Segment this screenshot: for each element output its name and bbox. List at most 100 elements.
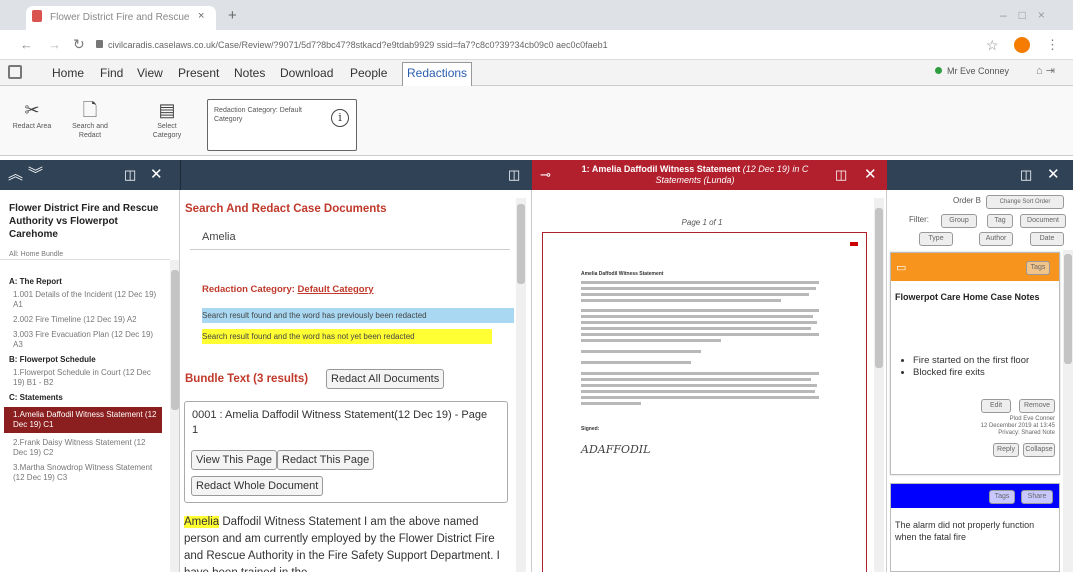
menu-notes[interactable]: Notes [234,66,265,80]
note-bullets: Fire started on the first floor Blocked … [913,355,1053,379]
bundle-tree: A: The Report 1.001 Details of the Incid… [4,277,162,483]
filter-group-button[interactable]: Group [941,214,977,228]
document-page[interactable]: Amelia Daffodil Witness Statement Signed… [542,232,867,572]
notes-close-icon[interactable]: ✕ [1047,166,1060,184]
note-edit-button[interactable]: Edit [981,399,1011,413]
tree-scroll-thumb[interactable] [171,270,179,410]
redact-document-button[interactable]: Redact Whole Document [191,476,324,496]
note-reply-button[interactable]: Reply [993,443,1019,457]
search-panel-toggle-icon[interactable]: ◫ [508,166,520,184]
search-input[interactable]: Amelia [190,224,510,250]
filter-author-button[interactable]: Author [979,232,1013,246]
note-card-1: ▭ Tags Flowerpot Care Home Case Notes Fi… [890,252,1060,475]
note-privacy: Privacy: Shared Note [998,430,1055,436]
profile-avatar[interactable] [1014,37,1030,53]
info-icon[interactable]: i [331,109,349,127]
tree-scrollbar[interactable] [170,260,179,572]
note-tags-button[interactable]: Tags [989,490,1015,504]
tree-item[interactable]: 3.Martha Snowdrop Witness Statement (12 … [13,463,159,483]
menu-find[interactable]: Find [100,66,123,80]
search-and-redact-button[interactable]: 🗋 Search and Redact [68,98,112,140]
tree-item[interactable]: 3.003 Fire Evacuation Plan (12 Dec 19) A… [13,330,159,350]
section-b[interactable]: B: Flowerpot Schedule [9,355,159,365]
redact-area-button[interactable]: ✂ Redact Area [10,98,54,131]
legend-redacted: Search result found and the word has pre… [202,308,514,323]
breadcrumb[interactable]: All: Home Bundle [9,251,63,258]
window-controls[interactable]: –□× [1000,8,1057,22]
viewer-title: 1: Amelia Daffodil Witness Statement (12… [581,164,809,185]
reload-icon[interactable]: ↻ [73,36,85,53]
filter-date-button[interactable]: Date [1030,232,1064,246]
new-tab-icon[interactable]: + [228,7,237,24]
section-a[interactable]: A: The Report [9,277,159,287]
tab-title: Flower District Fire and Rescue [50,12,190,23]
result-card: 0001 : Amelia Daffodil Witness Statement… [184,401,508,503]
note-remove-button[interactable]: Remove [1019,399,1055,413]
user-menu-icon[interactable]: ⌂ ⇥ [1036,64,1055,77]
note-tags-button[interactable]: Tags [1026,261,1050,275]
notes-scroll-thumb[interactable] [1064,254,1072,364]
browser-tab[interactable]: Flower District Fire and Rescue [26,6,216,30]
user-name[interactable]: Mr Eve Conney [947,66,1009,76]
menu-view[interactable]: View [137,66,163,80]
doc-signed-label: Signed: [581,426,600,432]
tree-item[interactable]: 2.002 Fire Timeline (12 Dec 19) A2 [13,315,159,325]
tree-item[interactable]: 1.Flowerpot Schedule in Court (12 Dec 19… [13,368,159,388]
filter-label: Filter: [909,215,929,224]
notes-toggle-icon[interactable]: ◫ [1020,166,1032,184]
tab-close-icon[interactable]: × [198,10,204,22]
redact-page-button[interactable]: Redact This Page [277,450,375,470]
note-date: 12 December 2019 at 13:45 [980,423,1055,429]
close-panel-icon[interactable]: ✕ [150,166,163,184]
redact-all-button[interactable]: Redact All Documents [326,369,445,389]
bundle-heading: Bundle Text (3 results) [185,373,309,385]
viewer-toggle-icon[interactable]: ◫ [835,166,847,184]
tree-item-selected[interactable]: 1.Amelia Daffodil Witness Statement (12 … [4,407,162,433]
star-icon[interactable]: ☆ [986,37,999,54]
forward-icon[interactable]: → [48,37,61,52]
search-scrollbar[interactable] [516,198,526,572]
filter-type-button[interactable]: Type [919,232,953,246]
note-share-button[interactable]: Share [1021,490,1053,504]
filter-document-button[interactable]: Document [1020,214,1066,228]
note-bullet: Fire started on the first floor [913,355,1053,367]
case-title: Flower District Fire and Rescue Authorit… [9,203,159,240]
back-icon[interactable]: ← [20,37,33,52]
note-title: Flowerpot Care Home Case Notes [895,292,1040,302]
doc-heading: Amelia Daffodil Witness Statement [581,271,664,277]
category-list-icon: ▤ [158,100,176,120]
category-row: Redaction Category: Default Category [202,284,374,295]
search-scroll-thumb[interactable] [517,204,525,284]
lock-icon [96,40,103,48]
collapse-up-icon[interactable]: ︽ [8,166,23,184]
menu-people[interactable]: People [350,66,387,80]
menu-present[interactable]: Present [178,66,219,80]
menu-home[interactable]: Home [52,66,84,80]
note-icon: ▭ [896,262,907,274]
notes-scrollbar[interactable] [1063,250,1073,572]
note-card-2: Tags Share The alarm did not properly fu… [890,483,1060,572]
notes-panel: Order B Change Sort Order Filter: Group … [887,190,1073,572]
filter-tag-button[interactable]: Tag [987,214,1013,228]
viewer-scroll-thumb[interactable] [875,208,883,368]
viewer-scrollbar[interactable] [874,198,884,572]
note-collapse-button[interactable]: Collapse [1023,443,1055,457]
viewer-close-icon[interactable]: ✕ [864,166,877,184]
menu-redactions[interactable]: Redactions [402,62,473,86]
browser-menu-icon[interactable]: ⋮ [1046,37,1059,53]
category-link[interactable]: Default Category [298,284,374,295]
section-c[interactable]: C: Statements [9,393,159,403]
view-page-button[interactable]: View This Page [191,450,278,470]
tree-item[interactable]: 1.001 Details of the Incident (12 Dec 19… [13,290,159,310]
doc-body [581,281,821,413]
online-status-icon [935,67,942,74]
note-meta: Plod Eve Conner 12 December 2019 at 13:4… [931,416,1055,437]
result-title: 0001 : Amelia Daffodil Witness Statement… [192,409,488,436]
select-category-button[interactable]: ▤ Select Category [145,98,189,140]
sort-order-button[interactable]: Change Sort Order [986,195,1064,209]
url-field[interactable]: civilcaradis.caselaws.co.uk/Case/Review/… [108,36,908,56]
tree-item[interactable]: 2.Frank Daisy Witness Statement (12 Dec … [13,438,159,458]
panel-toggle-icon[interactable]: ◫ [124,166,136,184]
expand-down-icon[interactable]: ︾ [28,166,43,184]
menu-download[interactable]: Download [280,66,333,80]
